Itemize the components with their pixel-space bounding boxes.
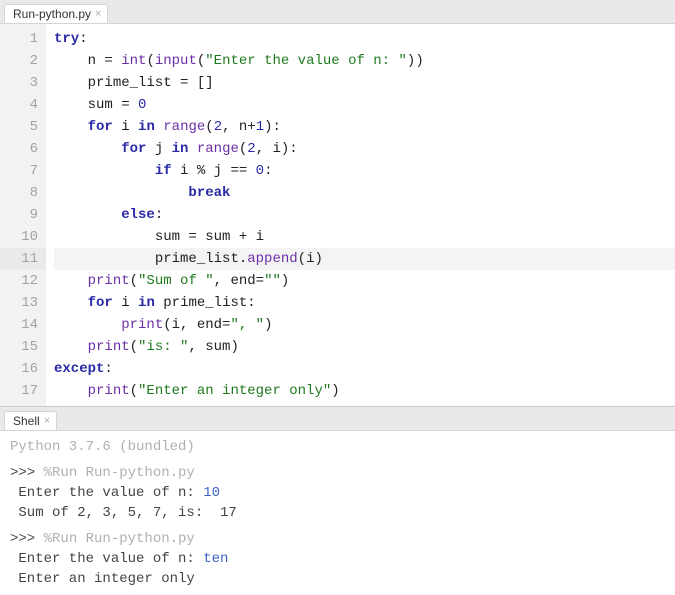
shell-tab[interactable]: Shell × xyxy=(4,411,57,430)
code-line[interactable]: print(i, end=", ") xyxy=(54,314,675,336)
close-icon[interactable]: × xyxy=(95,9,101,20)
code-line[interactable]: prime_list = [] xyxy=(54,72,675,94)
code-line[interactable]: else: xyxy=(54,204,675,226)
code-line[interactable]: prime_list.append(i) xyxy=(54,248,675,270)
line-gutter: 1234567891011121314151617 xyxy=(0,24,46,406)
code-line[interactable]: try: xyxy=(54,28,675,50)
code-line[interactable]: sum = sum + i xyxy=(54,226,675,248)
code-line[interactable]: for i in prime_list: xyxy=(54,292,675,314)
shell-line: Enter the value of n: 10 xyxy=(10,483,675,503)
code-line[interactable]: n = int(input("Enter the value of n: ")) xyxy=(54,50,675,72)
editor-tab[interactable]: Run-python.py × xyxy=(4,4,108,23)
code-line[interactable]: if i % j == 0: xyxy=(54,160,675,182)
editor-tabbar: Run-python.py × xyxy=(0,0,675,24)
code-line[interactable]: for i in range(2, n+1): xyxy=(54,116,675,138)
shell-tab-label: Shell xyxy=(13,414,40,428)
code-line[interactable]: print("Enter an integer only") xyxy=(54,380,675,402)
shell-line: >>> %Run Run-python.py xyxy=(10,463,675,483)
code-line[interactable]: except: xyxy=(54,358,675,380)
code-line[interactable]: for j in range(2, i): xyxy=(54,138,675,160)
close-icon[interactable]: × xyxy=(44,416,50,427)
shell-line: Sum of 2, 3, 5, 7, is: 17 xyxy=(10,503,675,523)
shell-line: Python 3.7.6 (bundled) xyxy=(10,437,675,457)
shell-output[interactable]: Python 3.7.6 (bundled) >>> %Run Run-pytho… xyxy=(0,431,675,595)
code-area[interactable]: try: n = int(input("Enter the value of n… xyxy=(46,24,675,406)
code-line[interactable]: break xyxy=(54,182,675,204)
code-line[interactable]: sum = 0 xyxy=(54,94,675,116)
editor-tab-label: Run-python.py xyxy=(13,7,91,21)
code-editor[interactable]: 1234567891011121314151617 try: n = int(i… xyxy=(0,24,675,407)
shell-tabbar: Shell × xyxy=(0,407,675,431)
shell-line: >>> %Run Run-python.py xyxy=(10,529,675,549)
shell-line: Enter the value of n: ten xyxy=(10,549,675,569)
code-line[interactable]: print("is: ", sum) xyxy=(54,336,675,358)
code-line[interactable]: print("Sum of ", end="") xyxy=(54,270,675,292)
shell-line: Enter an integer only xyxy=(10,569,675,589)
